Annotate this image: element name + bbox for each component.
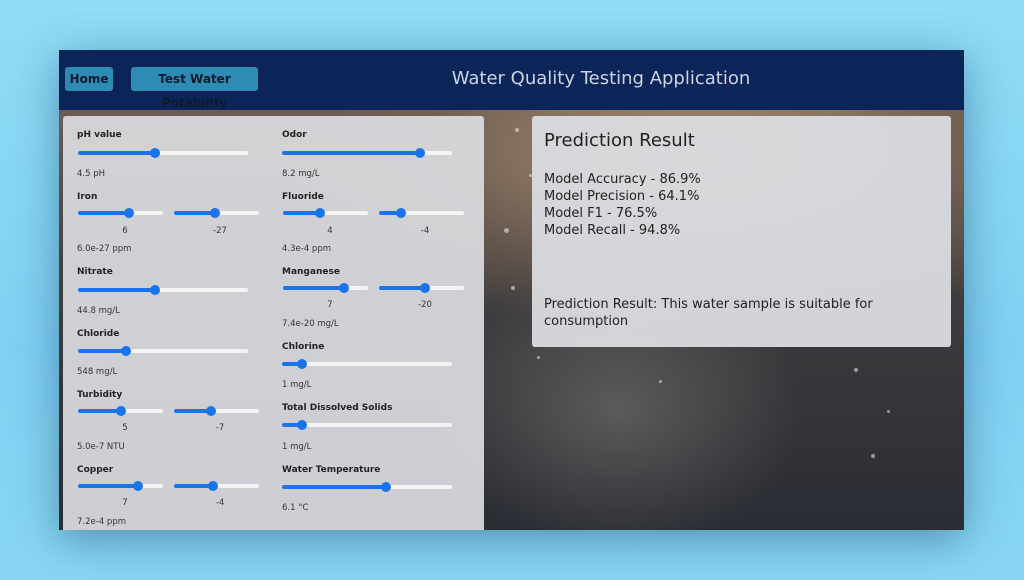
copper-mantissa-value: 7 <box>122 498 128 508</box>
slider-thumb[interactable] <box>124 208 134 218</box>
slider-thumb[interactable] <box>297 420 308 430</box>
manganese-label: Manganese <box>282 267 340 277</box>
slider-thumb[interactable] <box>339 283 350 293</box>
slider-thumb[interactable] <box>419 283 430 293</box>
iron-exponent-slider[interactable] <box>174 207 259 219</box>
chloride-label: Chloride <box>77 329 120 339</box>
slider-fill <box>78 409 121 413</box>
slider-thumb[interactable] <box>414 148 425 158</box>
slider-thumb[interactable] <box>120 346 131 356</box>
fluoride-mantissa-slider[interactable] <box>283 207 368 219</box>
slider-fill <box>78 349 126 353</box>
slider-thumb[interactable] <box>396 208 407 218</box>
ph-value: 4.5 pH <box>77 169 106 179</box>
tds-slider[interactable] <box>282 419 452 431</box>
home-button[interactable]: Home <box>65 67 113 91</box>
slider-fill <box>78 484 139 488</box>
turbidity-mantissa-value: 5 <box>122 423 128 433</box>
slider-thumb[interactable] <box>149 148 160 158</box>
slider-fill <box>283 286 345 290</box>
odor-value: 8.2 mg/L <box>282 169 320 179</box>
turbidity-mantissa-slider[interactable] <box>78 405 163 417</box>
parameters-panel: pH value 4.5 pH Iron 6 -27 6.0e-27 ppm N… <box>63 116 484 530</box>
nitrate-value: 44.8 mg/L <box>77 306 120 316</box>
tds-label: Total Dissolved Solids <box>282 403 393 413</box>
prediction-result-panel: Prediction Result Model Accuracy - 86.9%… <box>532 116 951 347</box>
slider-thumb[interactable] <box>209 208 220 218</box>
iron-mantissa-slider[interactable] <box>78 207 163 219</box>
slider-fill <box>282 485 386 489</box>
chloride-slider[interactable] <box>78 345 248 357</box>
chloride-value: 548 mg/L <box>77 367 118 377</box>
chlorine-value: 1 mg/L <box>282 380 312 390</box>
turbidity-exponent-slider[interactable] <box>174 405 259 417</box>
copper-exponent-slider[interactable] <box>174 480 259 492</box>
model-f1: Model F1 - 76.5% <box>544 206 658 221</box>
iron-value: 6.0e-27 ppm <box>77 244 132 254</box>
slider-thumb[interactable] <box>314 208 325 218</box>
temperature-label: Water Temperature <box>282 465 381 475</box>
slider-thumb[interactable] <box>380 482 391 492</box>
iron-mantissa-value: 6 <box>122 226 128 236</box>
tds-value: 1 mg/L <box>282 442 312 452</box>
manganese-mantissa-slider[interactable] <box>283 282 368 294</box>
slider-track[interactable] <box>282 362 452 366</box>
manganese-value: 7.4e-20 mg/L <box>282 319 339 329</box>
slider-thumb[interactable] <box>149 285 160 295</box>
chlorine-label: Chlorine <box>282 342 325 352</box>
nitrate-slider[interactable] <box>78 284 248 296</box>
slider-fill <box>78 151 155 155</box>
slider-thumb[interactable] <box>205 406 216 416</box>
nitrate-label: Nitrate <box>77 267 113 277</box>
navbar: Home Test Water Potability Water Quality… <box>59 50 964 110</box>
model-accuracy: Model Accuracy - 86.9% <box>544 172 701 187</box>
test-water-potability-button[interactable]: Test Water Potability <box>131 67 258 110</box>
fluoride-mantissa-value: 4 <box>327 226 333 236</box>
prediction-text: Prediction Result: This water sample is … <box>544 297 873 329</box>
chlorine-slider[interactable] <box>282 358 452 370</box>
copper-value: 7.2e-4 ppm <box>77 517 126 527</box>
app-window: Home Test Water Potability Water Quality… <box>59 50 964 530</box>
odor-slider[interactable] <box>282 147 452 159</box>
iron-label: Iron <box>77 192 98 202</box>
turbidity-exponent-value: -7 <box>215 423 225 433</box>
copper-mantissa-slider[interactable] <box>78 480 163 492</box>
slider-fill <box>379 286 425 290</box>
fluoride-label: Fluoride <box>282 192 324 202</box>
model-recall: Model Recall - 94.8% <box>544 223 681 238</box>
slider-track[interactable] <box>282 423 452 427</box>
app-title: Water Quality Testing Application <box>451 68 751 89</box>
slider-thumb[interactable] <box>297 359 308 369</box>
copper-label: Copper <box>77 465 114 475</box>
turbidity-value: 5.0e-7 NTU <box>77 442 125 452</box>
ph-slider[interactable] <box>78 147 248 159</box>
fluoride-exponent-value: -4 <box>420 226 430 236</box>
iron-exponent-value: -27 <box>213 226 227 236</box>
result-title: Prediction Result <box>544 130 695 151</box>
temperature-value: 6.1 °C <box>282 503 309 513</box>
turbidity-label: Turbidity <box>77 390 123 400</box>
slider-fill <box>78 211 129 215</box>
odor-label: Odor <box>282 130 307 140</box>
model-precision: Model Precision - 64.1% <box>544 189 700 204</box>
slider-fill <box>174 211 215 215</box>
slider-fill <box>78 288 155 292</box>
slider-thumb[interactable] <box>115 406 126 416</box>
ph-label: pH value <box>77 130 122 140</box>
copper-exponent-value: -4 <box>215 498 225 508</box>
temperature-slider[interactable] <box>282 481 452 493</box>
manganese-exponent-slider[interactable] <box>379 282 464 294</box>
manganese-mantissa-value: 7 <box>327 300 333 310</box>
slider-fill <box>282 151 420 155</box>
slider-thumb[interactable] <box>133 481 144 491</box>
manganese-exponent-value: -20 <box>418 300 432 310</box>
slider-thumb[interactable] <box>208 481 219 491</box>
fluoride-exponent-slider[interactable] <box>379 207 464 219</box>
fluoride-value: 4.3e-4 ppm <box>282 244 331 254</box>
